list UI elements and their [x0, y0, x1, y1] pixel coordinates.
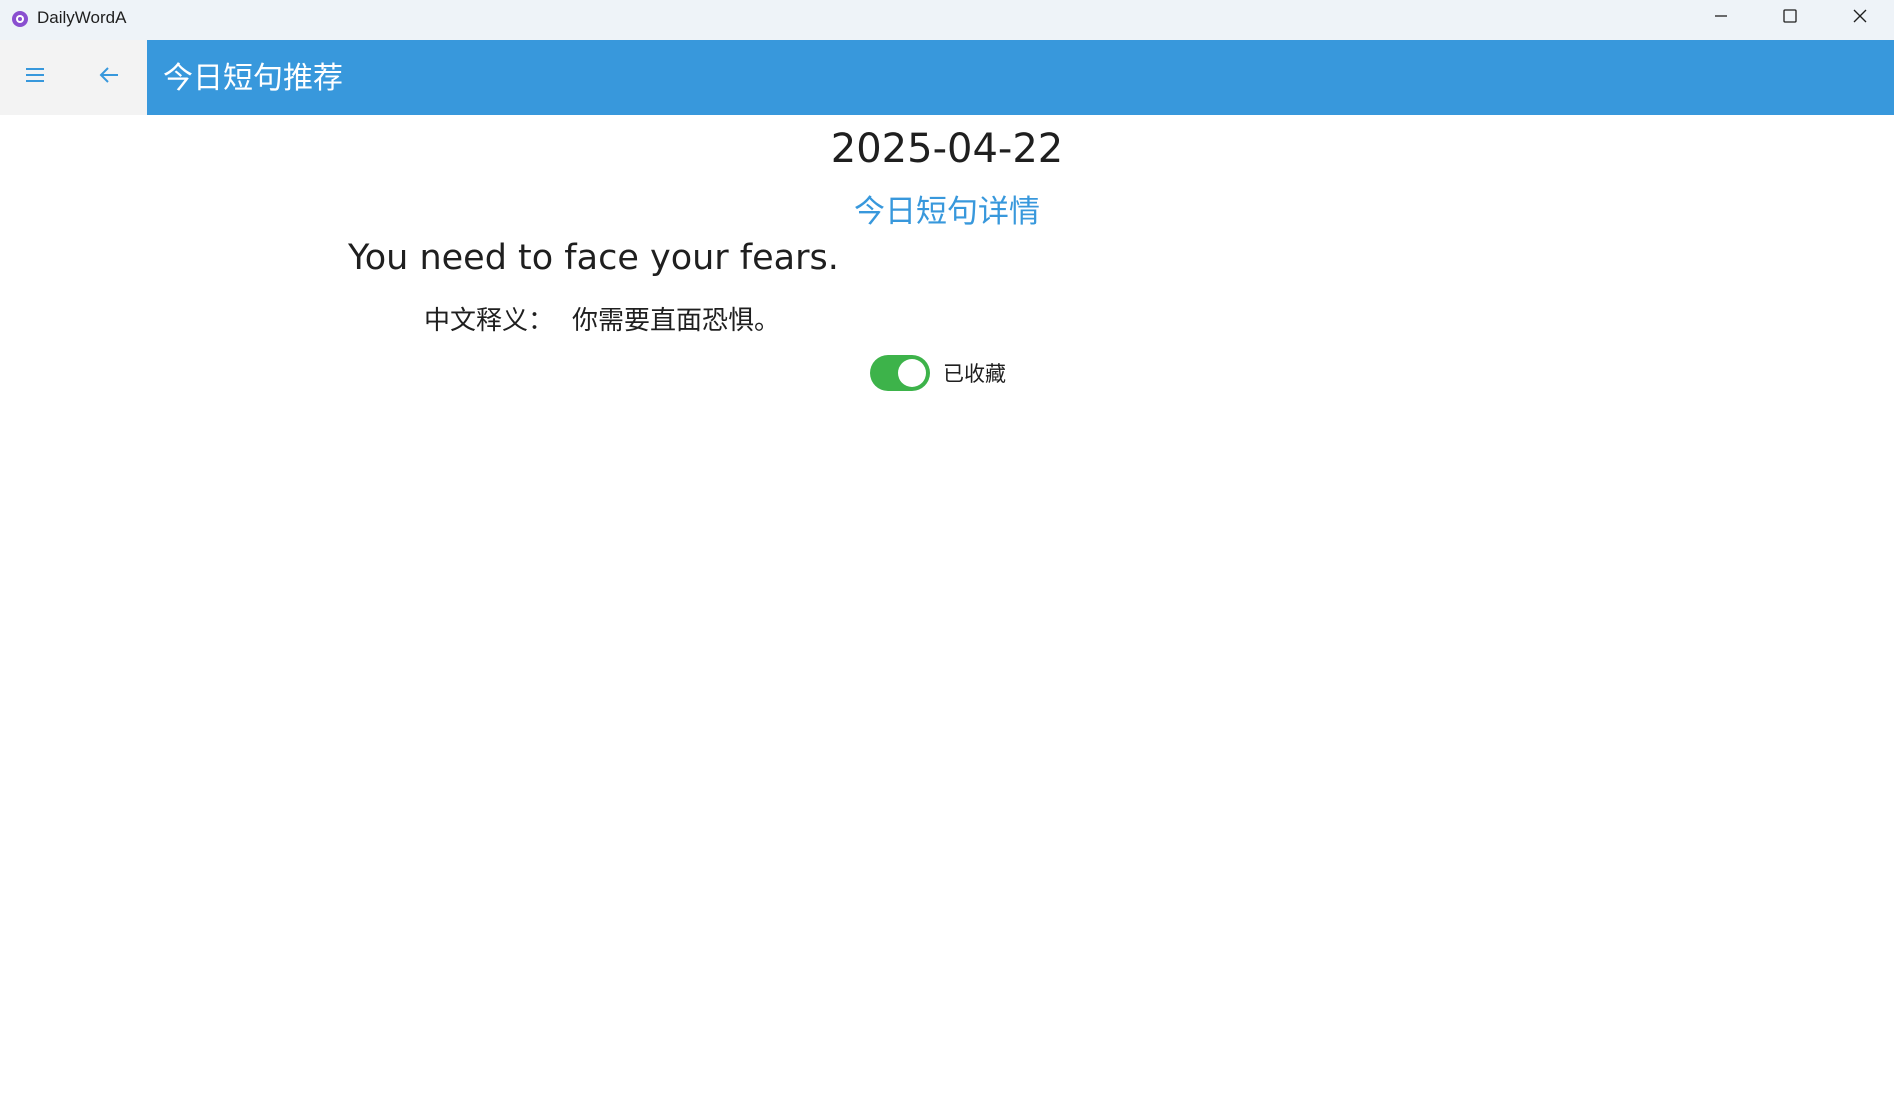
- minimize-icon: [1713, 8, 1729, 29]
- page-title: 今日短句推荐: [163, 61, 343, 96]
- close-button[interactable]: [1825, 0, 1894, 36]
- window-title: DailyWordA: [37, 8, 127, 27]
- favorite-row: 已收藏: [870, 354, 1006, 392]
- maximize-button[interactable]: [1755, 0, 1825, 36]
- app-logo-icon: [11, 10, 29, 28]
- header-bar: 今日短句推荐: [147, 40, 1894, 115]
- translation-row: 中文释义： 你需要直面恐惧。: [424, 300, 780, 337]
- back-button[interactable]: [74, 40, 144, 115]
- date-label: 2025-04-22: [830, 126, 1064, 172]
- sentence-text: You need to face your fears.: [348, 238, 839, 278]
- arrow-left-icon: [98, 66, 120, 89]
- favorite-label: 已收藏: [943, 362, 1006, 386]
- maximize-icon: [1782, 8, 1798, 29]
- toggle-knob: [898, 359, 926, 387]
- hamburger-icon: [24, 66, 46, 89]
- detail-link[interactable]: 今日短句详情: [0, 186, 1894, 231]
- title-bar[interactable]: DailyWordA: [0, 0, 1894, 40]
- app-window: DailyWordA 今日短句推荐 2025-04-22 今日短句详情 You …: [0, 0, 1894, 1099]
- close-icon: [1852, 8, 1868, 29]
- translation-value: 你需要直面恐惧。: [572, 306, 781, 336]
- translation-label: 中文释义：: [424, 306, 555, 336]
- minimize-button[interactable]: [1686, 0, 1756, 36]
- favorite-toggle[interactable]: [870, 355, 930, 391]
- menu-button[interactable]: [0, 40, 70, 115]
